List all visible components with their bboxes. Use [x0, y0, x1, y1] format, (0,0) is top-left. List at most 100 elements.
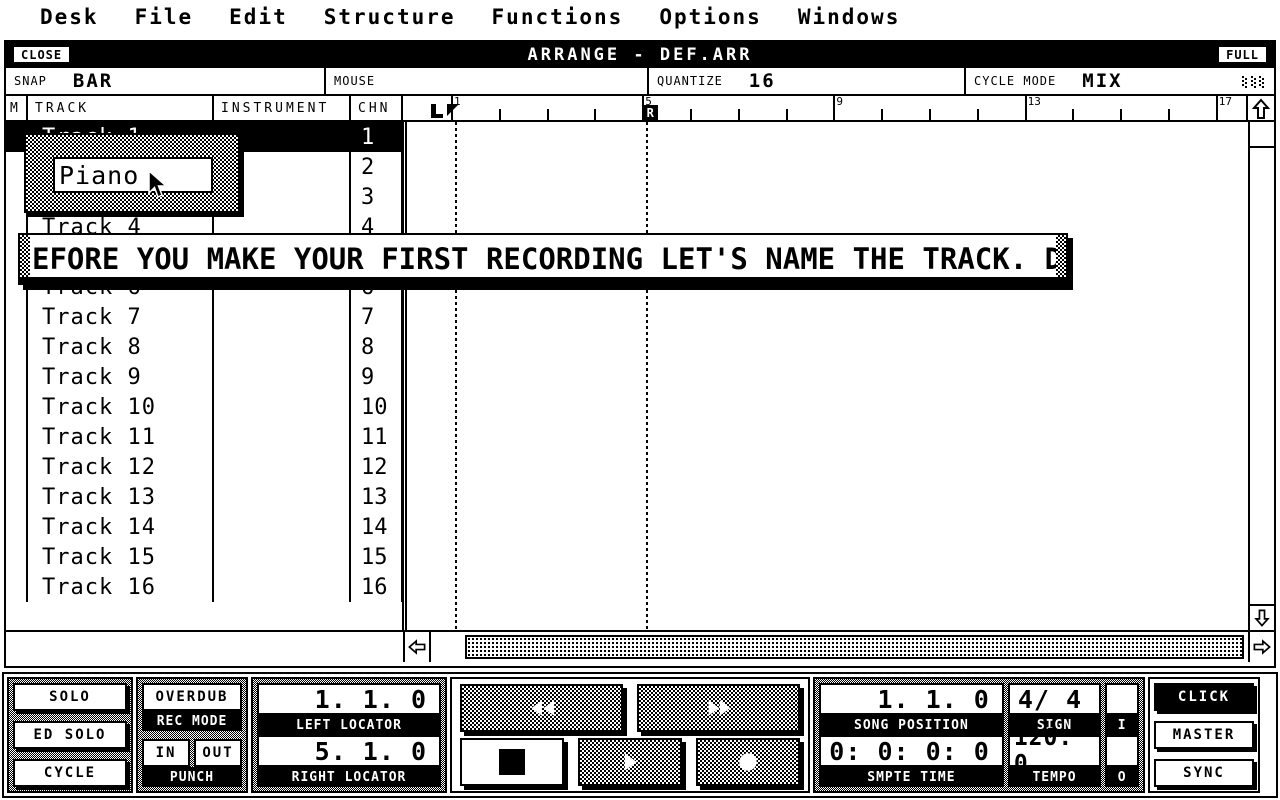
track-mute-cell[interactable] — [6, 362, 28, 392]
track-mute-cell[interactable] — [6, 512, 28, 542]
track-channel-cell[interactable]: 7 — [351, 302, 403, 332]
track-mute-cell[interactable] — [6, 542, 28, 572]
sign-value[interactable]: 4/ 4 — [1007, 683, 1102, 715]
track-channel-cell[interactable]: 3 — [351, 182, 403, 212]
track-name-cell[interactable]: Track 8 — [28, 332, 214, 362]
bar-ruler[interactable]: 1 5 9 13 17 R — [403, 96, 1248, 120]
play-button[interactable] — [578, 738, 682, 786]
track-name-cell[interactable]: Track 15 — [28, 542, 214, 572]
arrangement-area[interactable] — [405, 122, 1274, 630]
tempo-field[interactable]: 120. 0 TEMPO — [1007, 725, 1102, 787]
close-button[interactable]: CLOSE — [12, 45, 72, 64]
track-row[interactable]: Track 14 14 — [6, 512, 405, 542]
track-instrument-cell[interactable] — [214, 572, 351, 602]
smpte-value[interactable]: 0: 0: 0: 0 — [819, 735, 1004, 767]
track-instrument-cell[interactable] — [214, 542, 351, 572]
tempo-value[interactable]: 120. 0 — [1007, 725, 1102, 777]
track-instrument-cell[interactable] — [214, 512, 351, 542]
scroll-down-button[interactable] — [1250, 604, 1274, 630]
track-channel-cell[interactable]: 12 — [351, 452, 403, 482]
track-name-cell[interactable]: Track 13 — [28, 482, 214, 512]
track-row[interactable]: Track 15 15 — [6, 542, 405, 572]
sync-button[interactable]: SYNC — [1154, 759, 1254, 787]
track-instrument-cell[interactable] — [214, 482, 351, 512]
track-name-cell[interactable]: Track 12 — [28, 452, 214, 482]
menu-item-windows[interactable]: Windows — [798, 0, 901, 34]
ed-solo-button[interactable]: ED SOLO — [13, 721, 127, 749]
menu-item-functions[interactable]: Functions — [492, 0, 624, 34]
scroll-left-button[interactable] — [405, 632, 431, 662]
track-name-cell[interactable]: Track 9 — [28, 362, 214, 392]
click-button[interactable]: CLICK — [1154, 683, 1254, 711]
track-channel-cell[interactable]: 13 — [351, 482, 403, 512]
track-mute-cell[interactable] — [6, 332, 28, 362]
punch-in-button[interactable]: IN — [142, 739, 190, 767]
track-channel-cell[interactable]: 16 — [351, 572, 403, 602]
track-channel-cell[interactable]: 2 — [351, 152, 403, 182]
overdub-button[interactable]: OVERDUB — [142, 683, 242, 711]
track-name-input[interactable]: Piano _______ — [53, 157, 213, 193]
right-locator-marker[interactable]: R — [642, 105, 659, 120]
track-channel-cell[interactable]: 15 — [351, 542, 403, 572]
menu-item-file[interactable]: File — [135, 0, 194, 34]
full-screen-button[interactable]: FULL — [1217, 45, 1268, 64]
track-instrument-cell[interactable] — [214, 362, 351, 392]
snap-field[interactable]: SNAP BAR — [6, 68, 326, 94]
track-mute-cell[interactable] — [6, 452, 28, 482]
track-instrument-cell[interactable] — [214, 422, 351, 452]
master-button[interactable]: MASTER — [1154, 721, 1254, 749]
track-row[interactable]: Track 16 16 — [6, 572, 405, 602]
scroll-up-button[interactable] — [1250, 122, 1274, 148]
track-row[interactable]: Track 10 10 — [6, 392, 405, 422]
track-mute-cell[interactable] — [6, 572, 28, 602]
punch-out-button[interactable]: OUT — [194, 739, 242, 767]
track-name-cell[interactable]: Track 14 — [28, 512, 214, 542]
track-name-dialog[interactable]: Piano _______ — [24, 133, 240, 213]
track-channel-cell[interactable]: 9 — [351, 362, 403, 392]
scroll-right-button[interactable] — [1248, 632, 1274, 662]
track-name-cell[interactable]: Track 16 — [28, 572, 214, 602]
left-locator-value[interactable]: 1. 1. 0 — [257, 683, 441, 715]
smpte-field[interactable]: 0: 0: 0: 0 SMPTE TIME — [819, 735, 1004, 787]
track-row[interactable]: Track 12 12 — [6, 452, 405, 482]
track-mute-cell[interactable] — [6, 482, 28, 512]
track-name-cell[interactable]: Track 10 — [28, 392, 214, 422]
vertical-scrollbar[interactable] — [1248, 122, 1274, 630]
track-channel-cell[interactable]: 8 — [351, 332, 403, 362]
menu-item-structure[interactable]: Structure — [324, 0, 456, 34]
cycle-button[interactable]: CYCLE — [13, 759, 127, 787]
stop-button[interactable] — [460, 738, 564, 786]
track-channel-cell[interactable]: 10 — [351, 392, 403, 422]
track-row[interactable]: Track 13 13 — [6, 482, 405, 512]
left-locator-field[interactable]: 1. 1. 0 LEFT LOCATOR — [257, 683, 441, 735]
cycle-mode-field[interactable]: CYCLE MODE MIX — [966, 68, 1274, 94]
horizontal-scroll-thumb[interactable] — [465, 635, 1244, 659]
track-name-cell[interactable]: Track 11 — [28, 422, 214, 452]
track-row[interactable]: Track 8 8 — [6, 332, 405, 362]
track-row[interactable]: Track 11 11 — [6, 422, 405, 452]
track-row[interactable]: Track 9 9 — [6, 362, 405, 392]
song-position-field[interactable]: 1. 1. 0 SONG POSITION — [819, 683, 1004, 735]
quantize-field[interactable]: QUANTIZE 16 — [649, 68, 966, 94]
track-instrument-cell[interactable] — [214, 452, 351, 482]
right-locator-field[interactable]: 5. 1. 0 RIGHT LOCATOR — [257, 735, 441, 787]
solo-button[interactable]: SOLO — [13, 683, 127, 711]
track-instrument-cell[interactable] — [214, 302, 351, 332]
track-instrument-cell[interactable] — [214, 392, 351, 422]
horizontal-scroll-track[interactable] — [431, 632, 1248, 662]
track-mute-cell[interactable] — [6, 302, 28, 332]
menu-item-edit[interactable]: Edit — [229, 0, 288, 34]
song-position-value[interactable]: 1. 1. 0 — [819, 683, 1004, 715]
track-instrument-cell[interactable] — [214, 332, 351, 362]
track-channel-cell[interactable]: 14 — [351, 512, 403, 542]
track-mute-cell[interactable] — [6, 422, 28, 452]
menu-item-options[interactable]: Options — [659, 0, 762, 34]
right-locator-value[interactable]: 5. 1. 0 — [257, 735, 441, 767]
track-mute-cell[interactable] — [6, 392, 28, 422]
track-row[interactable]: Track 7 7 — [6, 302, 405, 332]
left-locator-marker[interactable] — [429, 103, 463, 120]
rewind-button[interactable] — [460, 684, 623, 732]
scroll-up-icon[interactable] — [1248, 96, 1274, 122]
fast-forward-button[interactable] — [637, 684, 800, 732]
track-channel-cell[interactable]: 1 — [351, 122, 403, 152]
